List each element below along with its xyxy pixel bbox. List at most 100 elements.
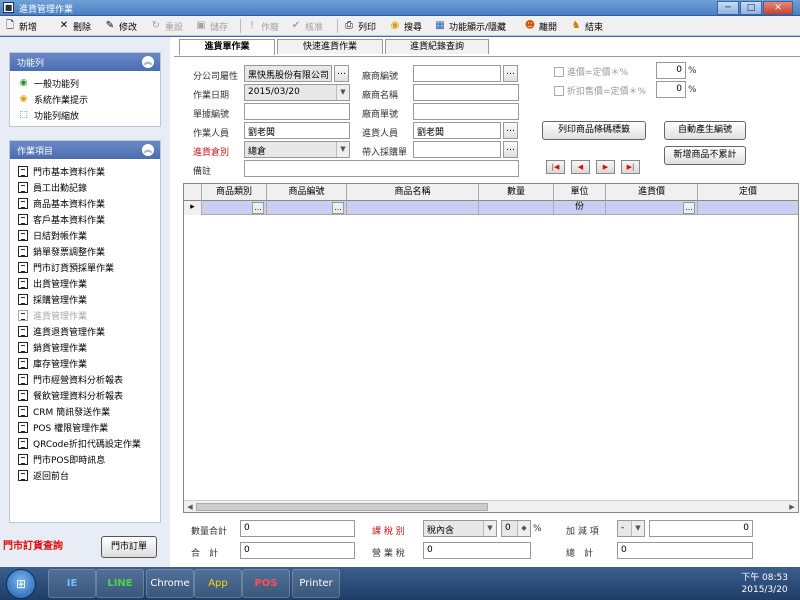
- receiver-field[interactable]: 劉老闆: [413, 122, 501, 139]
- tab-purchase-entry[interactable]: 進貨單作業: [179, 39, 275, 55]
- chevron-down-icon[interactable]: ▼: [631, 521, 644, 536]
- next-record-icon[interactable]: ▶: [596, 160, 615, 174]
- edit-button[interactable]: ✎ 修改: [104, 18, 137, 34]
- operator-field[interactable]: 劉老闆: [244, 122, 350, 139]
- function-panel-header[interactable]: 功能列 ︽: [10, 53, 160, 71]
- chevron-down-icon[interactable]: ▼: [336, 85, 349, 100]
- save-button[interactable]: ▣ 儲存: [195, 18, 228, 34]
- prev-record-icon[interactable]: ◀: [571, 160, 590, 174]
- scroll-right-icon[interactable]: ▶: [786, 501, 798, 513]
- sidebar-item-system-hint[interactable]: ◉ 系統作業提示: [18, 91, 88, 107]
- toggle-panel-button[interactable]: ▦ 功能顯示/隱藏: [434, 18, 506, 34]
- task-item[interactable]: POS 權限管理作業: [18, 419, 108, 435]
- items-grid[interactable]: 商品類別 商品編號 商品名稱 數量 單位 進貨價 定價 ▸ ... ... 份 …: [183, 183, 799, 513]
- chevron-down-icon[interactable]: ▼: [336, 142, 349, 157]
- category-lookup-button[interactable]: ...: [252, 202, 264, 214]
- exit-button[interactable]: ☻ 離開: [524, 18, 557, 34]
- task-item[interactable]: 門市經營資料分析報表: [18, 371, 123, 387]
- tax-type-select[interactable]: 稅內含 ▼: [423, 520, 497, 537]
- taskbar-ie-icon[interactable]: IE: [48, 569, 96, 598]
- collapse-icon[interactable]: ︽: [142, 56, 154, 68]
- task-item[interactable]: 進貨退貨管理作業: [18, 323, 105, 339]
- doc-no-field[interactable]: [244, 103, 350, 120]
- taskbar-chrome-icon[interactable]: Chrome: [146, 569, 194, 598]
- col-item-no[interactable]: 商品編號: [267, 184, 347, 201]
- search-button[interactable]: ◉ 搜尋: [389, 18, 422, 34]
- import-po-lookup-button[interactable]: …: [503, 141, 518, 158]
- vendor-no-field[interactable]: [413, 65, 501, 82]
- end-button[interactable]: ♞ 結束: [570, 18, 604, 34]
- tax-rate-stepper[interactable]: 0 ◆: [501, 520, 531, 537]
- discount-field[interactable]: 0: [656, 81, 686, 98]
- minimize-button[interactable]: ─: [717, 1, 739, 15]
- cell-category[interactable]: ...: [202, 201, 267, 215]
- last-record-icon[interactable]: ▶|: [621, 160, 640, 174]
- store-order-query-link[interactable]: 門市訂貨查詢: [3, 537, 63, 552]
- cell-list-price[interactable]: [698, 201, 798, 215]
- taskbar-line-icon[interactable]: LINE: [96, 569, 144, 598]
- clock[interactable]: 下午 08:53 2015/3/20: [741, 572, 788, 596]
- vendor-lookup-button[interactable]: …: [503, 65, 518, 82]
- task-item[interactable]: 餐飲管理資料分析報表: [18, 387, 123, 403]
- cell-quantity[interactable]: [479, 201, 554, 215]
- receiver-lookup-button[interactable]: …: [503, 122, 518, 139]
- new-button[interactable]: 🗋 新增: [4, 18, 37, 34]
- taskbar-app-icon[interactable]: App: [194, 569, 242, 598]
- table-row[interactable]: ▸ ... ... 份 ...: [184, 201, 798, 215]
- col-list-price[interactable]: 定價: [698, 184, 798, 201]
- task-item[interactable]: 庫存管理作業: [18, 355, 87, 371]
- collapse-icon[interactable]: ︽: [142, 144, 154, 156]
- col-category[interactable]: 商品類別: [202, 184, 267, 201]
- task-item[interactable]: 客戶基本資料作業: [18, 211, 105, 227]
- price-ratio-option[interactable]: 進價=定價＊%: [554, 65, 628, 78]
- sidebar-item-general-menu[interactable]: ◉ 一般功能列: [18, 75, 79, 91]
- taskbar-pos-icon[interactable]: POS: [242, 569, 290, 598]
- adjust-field[interactable]: 0: [649, 520, 753, 537]
- branch-lookup-button[interactable]: …: [334, 65, 349, 82]
- cell-unit[interactable]: 份: [554, 201, 606, 215]
- row-selector[interactable]: ▸: [184, 201, 202, 215]
- reset-button[interactable]: ↻ 重設: [150, 18, 183, 34]
- taskbar-printer-icon[interactable]: Printer: [292, 569, 340, 598]
- task-item[interactable]: 返回前台: [18, 467, 69, 483]
- discount-checkbox[interactable]: [554, 85, 564, 96]
- price-lookup-button[interactable]: ...: [683, 202, 695, 214]
- col-unit[interactable]: 單位: [554, 184, 606, 201]
- col-item-name[interactable]: 商品名稱: [347, 184, 479, 201]
- horizontal-scrollbar[interactable]: ◀ ▶: [184, 500, 798, 512]
- tab-quick-purchase[interactable]: 快速進貨作業: [277, 39, 383, 54]
- tab-purchase-history[interactable]: 進貨紀錄查詢: [385, 39, 489, 54]
- import-po-field[interactable]: [413, 141, 501, 158]
- cell-item-no[interactable]: ...: [267, 201, 347, 215]
- task-item[interactable]: 銷貨管理作業: [18, 339, 87, 355]
- sidebar-item-zoom[interactable]: ⬚ 功能列縮放: [18, 107, 79, 123]
- task-item[interactable]: CRM 簡訊發送作業: [18, 403, 110, 419]
- no-accumulate-button[interactable]: 新增商品不累計: [664, 146, 746, 165]
- cell-purchase-price[interactable]: ...: [606, 201, 698, 215]
- first-record-icon[interactable]: |◀: [546, 160, 565, 174]
- print-barcode-button[interactable]: 列印商品條碼標籤: [542, 121, 646, 140]
- scrollbar-thumb[interactable]: [196, 503, 488, 511]
- delete-button[interactable]: ✕ 刪除: [58, 18, 91, 34]
- task-item[interactable]: 日結對帳作業: [18, 227, 87, 243]
- tasks-panel-header[interactable]: 作業項目 ︽: [10, 141, 160, 159]
- branch-field[interactable]: 黑快馬股份有限公司: [244, 65, 332, 82]
- void-button[interactable]: ! 作廢: [246, 18, 279, 34]
- date-field[interactable]: 2015/03/20 ▼: [244, 84, 350, 101]
- task-item[interactable]: 員工出勤記錄: [18, 179, 87, 195]
- task-item[interactable]: 門市訂貨預採單作業: [18, 259, 114, 275]
- stepper-icon[interactable]: ◆: [517, 521, 530, 536]
- maximize-button[interactable]: □: [740, 1, 762, 15]
- store-order-button[interactable]: 門市訂單: [101, 536, 157, 558]
- auto-number-button[interactable]: 自動產生編號: [664, 121, 746, 140]
- start-button[interactable]: ⊞: [6, 569, 36, 599]
- task-item[interactable]: 商品基本資料作業: [18, 195, 105, 211]
- chevron-down-icon[interactable]: ▼: [483, 521, 496, 536]
- warehouse-select[interactable]: 總倉 ▼: [244, 141, 350, 158]
- adjust-sign-select[interactable]: - ▼: [617, 520, 645, 537]
- cell-item-name[interactable]: [347, 201, 479, 215]
- task-item[interactable]: 採購管理作業: [18, 291, 87, 307]
- task-item[interactable]: 出貨管理作業: [18, 275, 87, 291]
- vendor-doc-field[interactable]: [413, 103, 519, 120]
- task-item[interactable]: 門市基本資料作業: [18, 163, 105, 179]
